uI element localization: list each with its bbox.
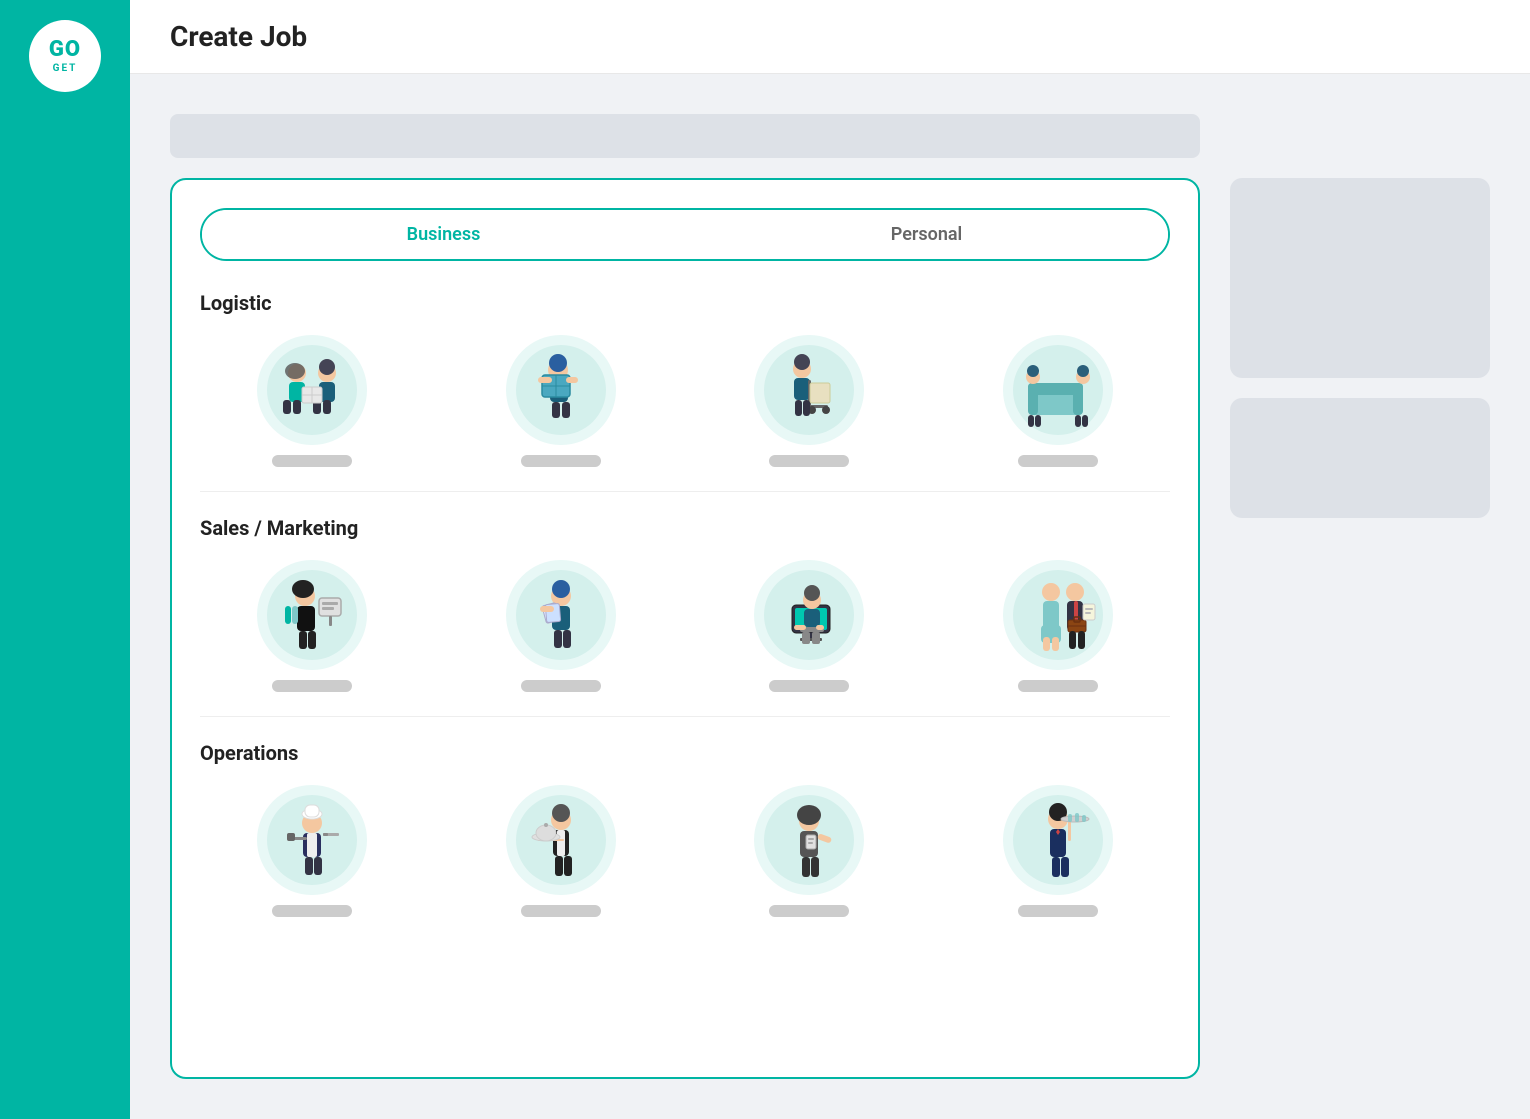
right-card-2 <box>1230 398 1490 518</box>
sidebar: GO GET <box>0 0 130 1119</box>
ops-label-1 <box>272 905 352 917</box>
ops-icon-2 <box>506 785 616 895</box>
ops-item-3[interactable] <box>697 785 922 917</box>
sales-item-4[interactable] <box>946 560 1171 692</box>
ops-label-2 <box>521 905 601 917</box>
tab-bar: Business Personal <box>200 208 1170 261</box>
ops-item-2[interactable] <box>449 785 674 917</box>
ops-icon-1 <box>257 785 367 895</box>
sales-item-2[interactable] <box>449 560 674 692</box>
category-operations: Operations <box>200 741 1170 941</box>
ops-item-4[interactable] <box>946 785 1171 917</box>
tab-business[interactable]: Business <box>202 210 685 259</box>
logistic-item-3[interactable] <box>697 335 922 467</box>
sales-label-2 <box>521 680 601 692</box>
logo-go: GO <box>49 38 81 62</box>
ops-icon-3 <box>754 785 864 895</box>
sales-label-4 <box>1018 680 1098 692</box>
category-operations-title: Operations <box>200 741 1170 765</box>
logistic-item-4[interactable] <box>946 335 1171 467</box>
left-panel: Business Personal Logistic <box>170 114 1200 1079</box>
logistic-label-4 <box>1018 455 1098 467</box>
sales-icon-1 <box>257 560 367 670</box>
category-sales-title: Sales / Marketing <box>200 516 1170 540</box>
main-area: Create Job Business Personal Logistic <box>130 0 1530 1119</box>
category-sales: Sales / Marketing <box>200 516 1170 717</box>
logistic-label-1 <box>272 455 352 467</box>
right-card-1 <box>1230 178 1490 378</box>
operations-items <box>200 785 1170 917</box>
ops-label-4 <box>1018 905 1098 917</box>
ops-icon-4 <box>1003 785 1113 895</box>
logo[interactable]: GO GET <box>29 20 101 92</box>
logistic-icon-1 <box>257 335 367 445</box>
page-title: Create Job <box>170 20 307 53</box>
logistic-icon-2 <box>506 335 616 445</box>
logistic-label-3 <box>769 455 849 467</box>
sales-icon-3 <box>754 560 864 670</box>
sales-icon-4 <box>1003 560 1113 670</box>
job-card: Business Personal Logistic <box>170 178 1200 1079</box>
category-logistic: Logistic <box>200 291 1170 492</box>
ops-item-1[interactable] <box>200 785 425 917</box>
sales-item-1[interactable] <box>200 560 425 692</box>
tab-personal[interactable]: Personal <box>685 210 1168 259</box>
sales-items <box>200 560 1170 692</box>
right-panel <box>1230 114 1490 1079</box>
logistic-label-2 <box>521 455 601 467</box>
sales-item-3[interactable] <box>697 560 922 692</box>
logistic-icon-3 <box>754 335 864 445</box>
sales-icon-2 <box>506 560 616 670</box>
logo-get: GET <box>53 63 78 74</box>
category-logistic-title: Logistic <box>200 291 1170 315</box>
logistic-items <box>200 335 1170 467</box>
ops-label-3 <box>769 905 849 917</box>
sales-label-3 <box>769 680 849 692</box>
logistic-icon-4 <box>1003 335 1113 445</box>
sales-label-1 <box>272 680 352 692</box>
header: Create Job <box>130 0 1530 74</box>
logistic-item-1[interactable] <box>200 335 425 467</box>
top-bar-placeholder <box>170 114 1200 158</box>
logistic-item-2[interactable] <box>449 335 674 467</box>
content-area: Business Personal Logistic <box>130 74 1530 1119</box>
